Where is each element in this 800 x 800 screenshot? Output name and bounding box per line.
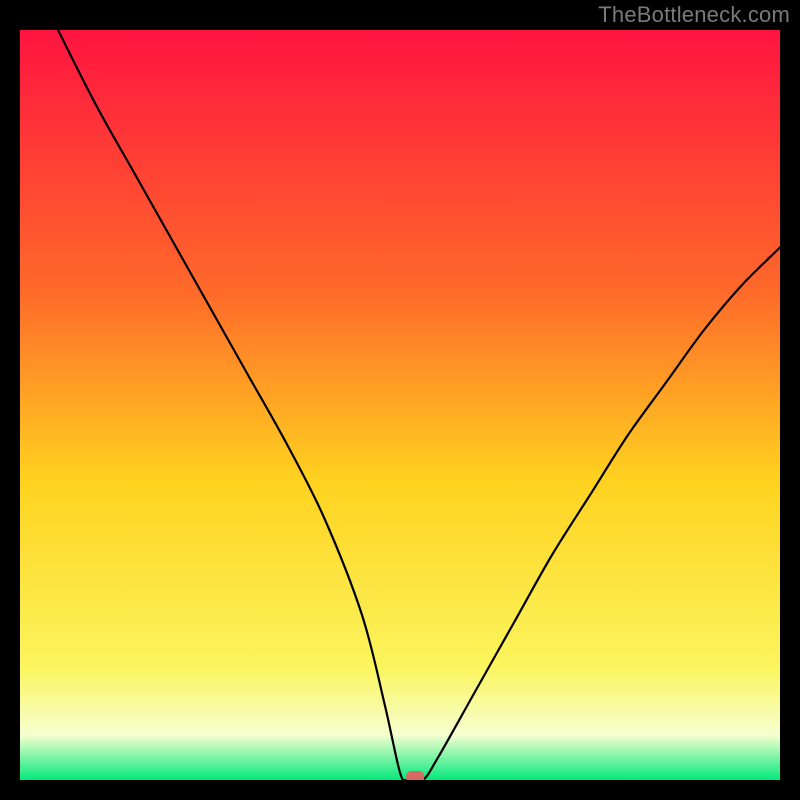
chart-frame: TheBottleneck.com — [0, 0, 800, 800]
watermark-text: TheBottleneck.com — [598, 2, 790, 28]
optimal-marker — [406, 771, 424, 780]
gradient-background — [20, 30, 780, 780]
chart-svg — [20, 30, 780, 780]
plot-area — [20, 30, 780, 780]
